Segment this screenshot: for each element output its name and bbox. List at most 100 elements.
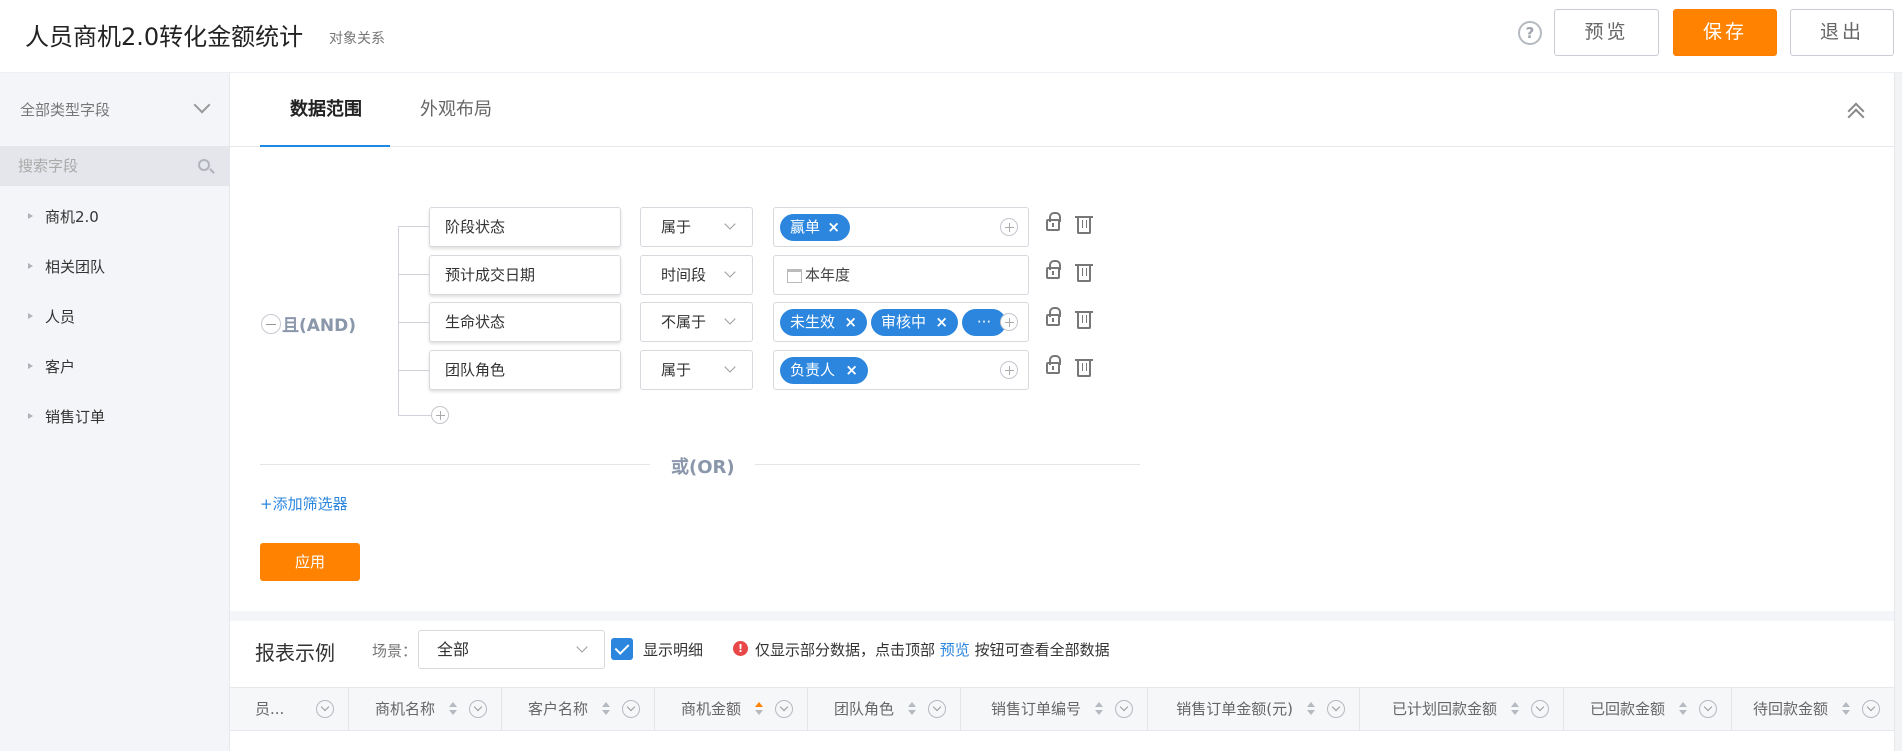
and-group-collapse-icon[interactable] <box>261 314 281 334</box>
notice-preview-link[interactable]: 预览 <box>940 641 970 659</box>
chip-remove-icon[interactable]: × <box>827 214 840 241</box>
sort-icon[interactable] <box>1095 702 1103 716</box>
or-label: 或(OR) <box>671 457 735 478</box>
chevron-down-icon <box>576 641 588 653</box>
condition-field-select[interactable]: 团队角色 <box>429 350 621 390</box>
column-header-planned-payment-amount[interactable]: 已计划回款金额 <box>1360 688 1564 731</box>
chip-label: 负责人 <box>790 361 836 379</box>
column-header-sales-order-number[interactable]: 销售订单编号 <box>961 688 1148 731</box>
sidebar-item-personnel[interactable]: 人员 <box>26 304 226 334</box>
column-menu-icon[interactable] <box>469 700 487 718</box>
column-header-customer-name[interactable]: 客户名称 <box>502 688 655 731</box>
column-menu-icon[interactable] <box>1531 700 1549 718</box>
column-header-employee[interactable]: 员... <box>230 688 349 731</box>
condition-operator-select[interactable]: 不属于 <box>640 302 753 342</box>
save-button[interactable]: 保存 <box>1673 9 1777 56</box>
delete-icon[interactable] <box>1075 311 1093 329</box>
calendar-icon <box>787 269 802 283</box>
column-header-team-role[interactable]: 团队角色 <box>808 688 961 731</box>
condition-date-range-input[interactable]: 本年度 <box>773 255 1029 295</box>
add-value-icon[interactable] <box>1000 313 1018 331</box>
add-condition-icon[interactable] <box>431 406 449 424</box>
column-menu-icon[interactable] <box>1327 700 1345 718</box>
bracket-line <box>399 322 431 323</box>
value-chip[interactable]: 赢单 × <box>780 214 850 241</box>
sidebar-item-label: 客户 <box>45 358 76 376</box>
scrollbar[interactable] <box>1894 73 1902 751</box>
sort-icon[interactable] <box>908 702 916 716</box>
column-menu-icon[interactable] <box>928 700 946 718</box>
caret-right-icon <box>28 313 33 319</box>
chip-remove-icon[interactable]: × <box>935 309 948 336</box>
chevron-down-icon <box>724 218 736 230</box>
sort-ascending-icon[interactable] <box>755 702 763 716</box>
column-menu-icon[interactable] <box>1862 700 1880 718</box>
top-bar: 人员商机2.0转化金额统计 对象关系 ? 预览 保存 退出 <box>0 0 1902 73</box>
condition-value-select[interactable]: 未生效 × 审核中 × ··· <box>773 302 1029 342</box>
field-type-select[interactable]: 全部类型字段 <box>20 96 211 123</box>
column-menu-icon[interactable] <box>622 700 640 718</box>
condition-operator-select[interactable]: 属于 <box>640 207 753 247</box>
lock-icon[interactable] <box>1046 355 1061 374</box>
column-menu-icon[interactable] <box>1699 700 1717 718</box>
delete-icon[interactable] <box>1075 359 1093 377</box>
condition-value-select[interactable]: 负责人 × <box>773 350 1029 390</box>
sort-icon[interactable] <box>1842 702 1850 716</box>
column-header-received-payment-amount[interactable]: 已回款金额 <box>1564 688 1732 731</box>
column-menu-icon[interactable] <box>316 700 334 718</box>
condition-operator-select[interactable]: 时间段 <box>640 255 753 295</box>
column-menu-icon[interactable] <box>1115 700 1133 718</box>
show-detail-checkbox[interactable] <box>611 638 633 660</box>
condition-value-select[interactable]: 赢单 × <box>773 207 1029 247</box>
condition-operator-select[interactable]: 属于 <box>640 350 753 390</box>
sidebar-item-opportunity[interactable]: 商机2.0 <box>26 204 226 234</box>
delete-icon[interactable] <box>1075 264 1093 282</box>
delete-icon[interactable] <box>1075 216 1093 234</box>
sort-icon[interactable] <box>1511 702 1519 716</box>
lock-icon[interactable] <box>1046 260 1061 279</box>
and-group-label: 且(AND) <box>282 316 357 336</box>
column-header-opportunity-amount[interactable]: 商机金额 <box>655 688 808 731</box>
column-header-label: 已回款金额 <box>1589 700 1665 718</box>
page-title: 人员商机2.0转化金额统计 <box>25 23 304 51</box>
sort-icon[interactable] <box>602 702 610 716</box>
value-chip[interactable]: 审核中 × <box>871 309 958 336</box>
preview-button[interactable]: 预览 <box>1554 9 1659 56</box>
help-icon[interactable]: ? <box>1518 21 1542 45</box>
sidebar-item-related-team[interactable]: 相关团队 <box>26 254 226 284</box>
condition-field-select[interactable]: 生命状态 <box>429 302 621 342</box>
bracket-line <box>399 226 431 227</box>
sort-icon[interactable] <box>1307 702 1315 716</box>
sidebar-item-label: 商机2.0 <box>45 208 99 226</box>
sort-icon[interactable] <box>1679 702 1687 716</box>
column-menu-icon[interactable] <box>775 700 793 718</box>
sidebar-item-label: 相关团队 <box>45 258 106 276</box>
apply-button[interactable]: 应用 <box>260 543 360 581</box>
exit-button[interactable]: 退出 <box>1790 9 1894 56</box>
value-chip[interactable]: 负责人 × <box>780 357 868 384</box>
sidebar-item-customer[interactable]: 客户 <box>26 354 226 384</box>
sidebar-item-sales-order[interactable]: 销售订单 <box>26 404 226 434</box>
condition-field-select[interactable]: 阶段状态 <box>429 207 621 247</box>
column-header-opportunity-name[interactable]: 商机名称 <box>349 688 502 731</box>
chip-label: 审核中 <box>881 313 927 331</box>
scene-select[interactable]: 全部 <box>418 630 605 669</box>
field-search-input[interactable] <box>18 154 188 178</box>
add-value-icon[interactable] <box>1000 361 1018 379</box>
tab-appearance-layout[interactable]: 外观布局 <box>420 95 492 121</box>
collapse-up-icon[interactable] <box>1848 103 1862 119</box>
sort-icon[interactable] <box>449 702 457 716</box>
column-header-pending-payment-amount[interactable]: 待回款金额 <box>1732 688 1894 731</box>
condition-field-select[interactable]: 预计成交日期 <box>429 255 621 295</box>
add-value-icon[interactable] <box>1000 218 1018 236</box>
search-icon[interactable] <box>198 159 210 171</box>
chip-remove-icon[interactable]: × <box>845 357 858 384</box>
lock-icon[interactable] <box>1046 307 1061 326</box>
and-group-bracket <box>398 226 431 416</box>
add-filter-link[interactable]: +添加筛选器 <box>260 493 348 514</box>
chip-remove-icon[interactable]: × <box>844 309 857 336</box>
lock-icon[interactable] <box>1046 212 1061 231</box>
column-header-sales-order-amount[interactable]: 销售订单金额(元) <box>1148 688 1360 731</box>
value-chip[interactable]: 未生效 × <box>780 309 867 336</box>
tab-data-range[interactable]: 数据范围 <box>290 95 362 121</box>
